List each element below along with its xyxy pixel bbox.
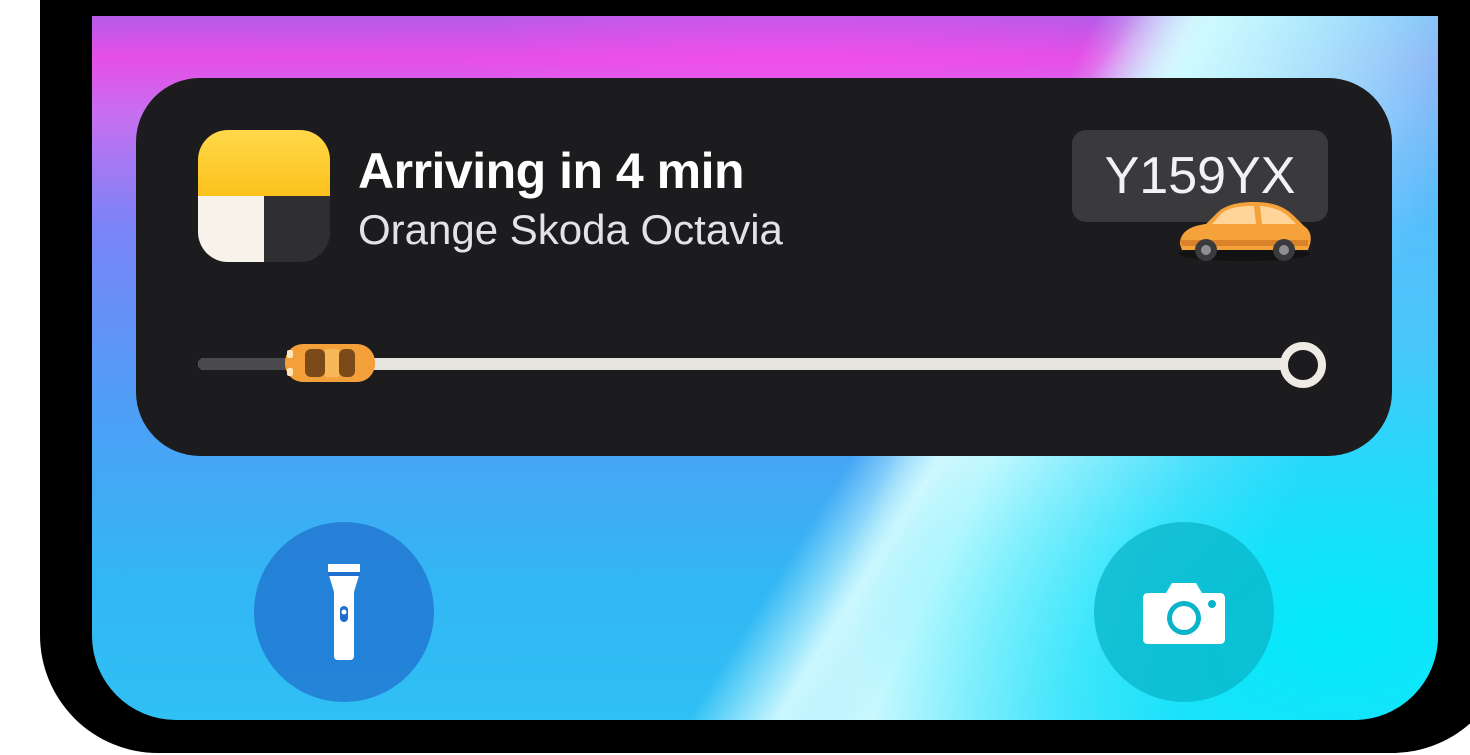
- camera-icon: [1143, 583, 1225, 644]
- car-description: Orange Skoda Octavia: [358, 206, 783, 253]
- arrival-title: Arriving in 4 min: [358, 143, 745, 199]
- orange-car-icon: [1178, 202, 1311, 261]
- car-position-icon: [285, 344, 375, 382]
- destination-ring-icon: [1280, 342, 1326, 388]
- flashlight-icon: [328, 564, 360, 660]
- live-activity-card[interactable]: Arriving in 4 min Orange Skoda Octavia Y…: [136, 78, 1392, 456]
- lock-screen-region: Arriving in 4 min Orange Skoda Octavia Y…: [0, 0, 1470, 755]
- flashlight-button[interactable]: [254, 522, 434, 702]
- taxi-app-icon: [198, 130, 330, 262]
- camera-button[interactable]: [1094, 522, 1274, 702]
